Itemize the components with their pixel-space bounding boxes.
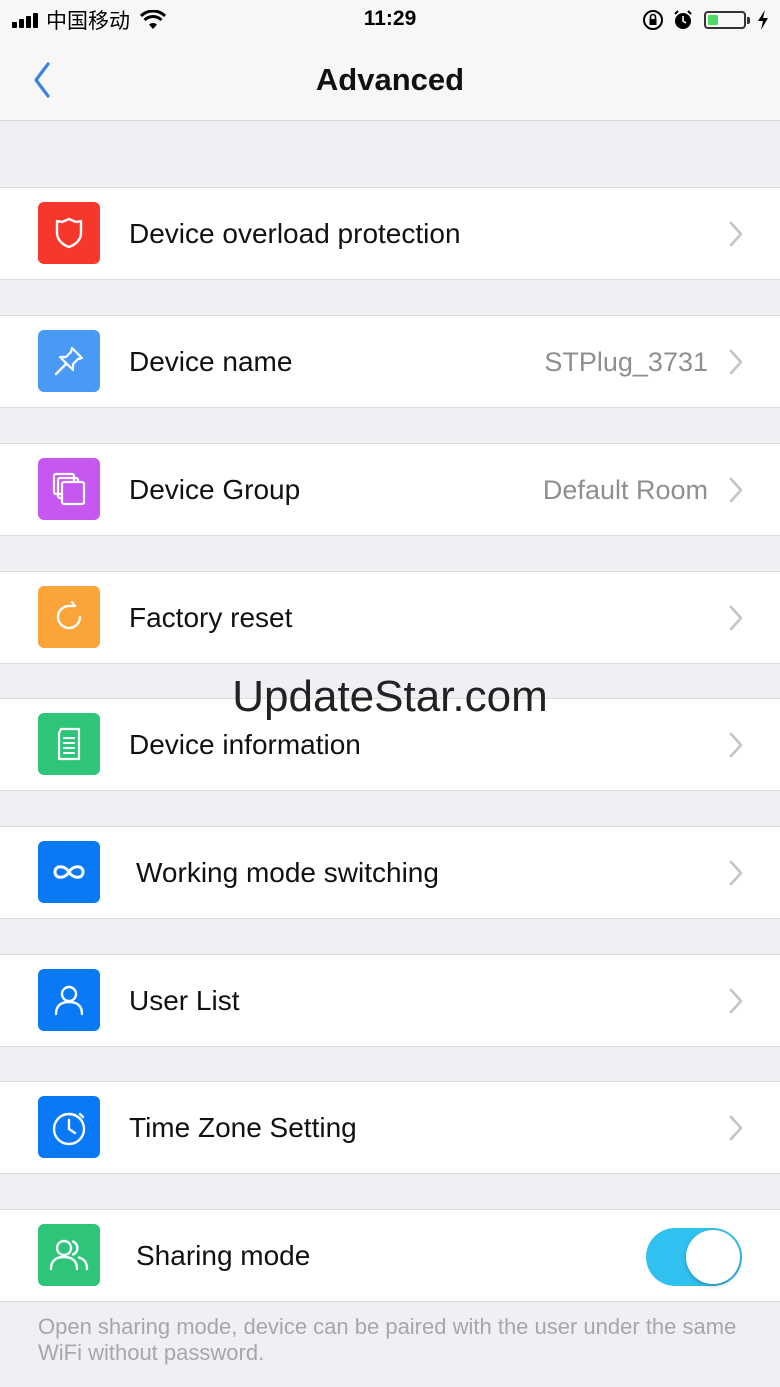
row-icon-tile — [38, 713, 100, 775]
row-working-mode-switching[interactable]: Working mode switching — [0, 826, 780, 919]
device-name-value: STPlug_3731 — [544, 347, 708, 377]
sharing-mode-toggle[interactable] — [646, 1228, 742, 1286]
row-icon-tile — [38, 202, 100, 264]
row-device-information[interactable]: Device information — [0, 698, 780, 791]
row-icon-tile — [38, 330, 100, 392]
status-bar: 中国移动 11:29 — [0, 0, 780, 40]
battery-level — [708, 15, 719, 25]
row-icon-tile — [38, 1096, 100, 1158]
shield-icon — [55, 217, 83, 249]
row-label: Working mode switching — [136, 857, 439, 888]
row-label: Device information — [129, 729, 361, 760]
navigation-bar: Advanced — [0, 40, 780, 121]
row-device-group[interactable]: Device Group Default Room — [0, 443, 780, 536]
pushpin-icon — [54, 346, 84, 376]
status-right — [634, 6, 770, 34]
chevron-right-icon — [729, 221, 743, 247]
orientation-lock-icon — [643, 10, 663, 30]
row-icon-tile — [38, 458, 100, 520]
chevron-right-icon — [729, 349, 743, 375]
row-icon-tile — [38, 969, 100, 1031]
row-label: Time Zone Setting — [129, 1112, 357, 1143]
row-icon-tile — [38, 586, 100, 648]
chevron-right-icon — [729, 477, 743, 503]
user-icon — [54, 985, 84, 1016]
row-device-overload-protection[interactable]: Device overload protection — [0, 187, 780, 280]
alarm-icon — [674, 10, 692, 29]
charging-bolt-icon — [758, 10, 768, 30]
row-time-zone-setting[interactable]: Time Zone Setting — [0, 1081, 780, 1174]
row-label: Device name — [129, 346, 293, 377]
chevron-right-icon — [729, 605, 743, 631]
toggle-knob — [686, 1230, 740, 1284]
row-label: Factory reset — [129, 602, 293, 633]
battery-icon — [704, 11, 750, 29]
row-label: Sharing mode — [136, 1240, 311, 1271]
row-icon-tile — [38, 841, 100, 903]
row-label: Device overload protection — [129, 218, 461, 249]
row-factory-reset[interactable]: Factory reset — [0, 571, 780, 664]
sharing-mode-description: Open sharing mode, device can be paired … — [38, 1314, 737, 1365]
users-icon — [49, 1239, 89, 1271]
page-title: Advanced — [315, 62, 465, 97]
chevron-right-icon — [729, 988, 743, 1014]
stopwatch-icon — [52, 1112, 86, 1146]
row-label: User List — [129, 985, 240, 1016]
chevron-right-icon — [729, 732, 743, 758]
refresh-icon — [56, 600, 82, 630]
row-user-list[interactable]: User List — [0, 954, 780, 1047]
stacked-squares-icon — [52, 472, 86, 506]
row-icon-tile — [38, 1224, 100, 1286]
row-device-name[interactable]: Device name STPlug_3731 — [0, 315, 780, 408]
chevron-right-icon — [729, 860, 743, 886]
row-label: Device Group — [129, 474, 301, 505]
chevron-right-icon — [729, 1115, 743, 1141]
row-sharing-mode: Sharing mode — [0, 1209, 780, 1302]
infinity-icon — [53, 865, 85, 879]
document-icon — [57, 727, 81, 761]
device-group-value: Default Room — [542, 475, 708, 505]
